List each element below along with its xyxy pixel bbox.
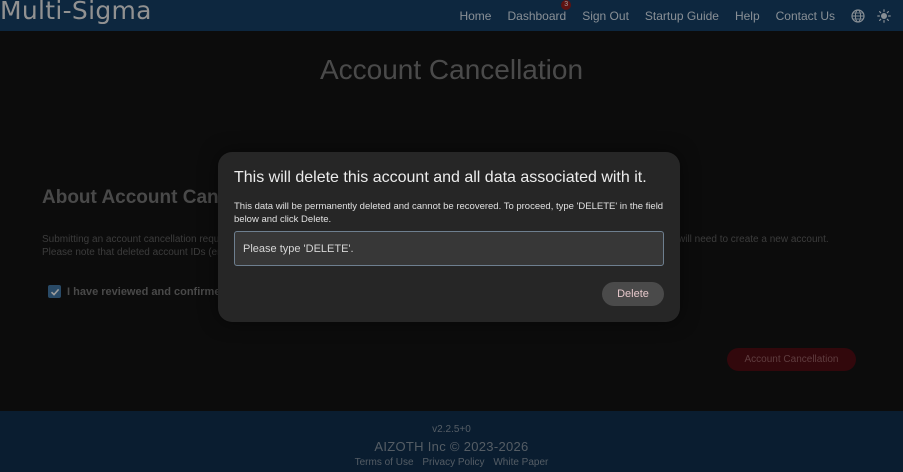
delete-confirmation-dialog: This will delete this account and all da… xyxy=(218,152,680,322)
dialog-message: This data will be permanently deleted an… xyxy=(234,201,664,225)
delete-button[interactable]: Delete xyxy=(602,282,664,306)
dialog-title: This will delete this account and all da… xyxy=(234,169,647,186)
delete-confirmation-input[interactable] xyxy=(234,231,664,266)
